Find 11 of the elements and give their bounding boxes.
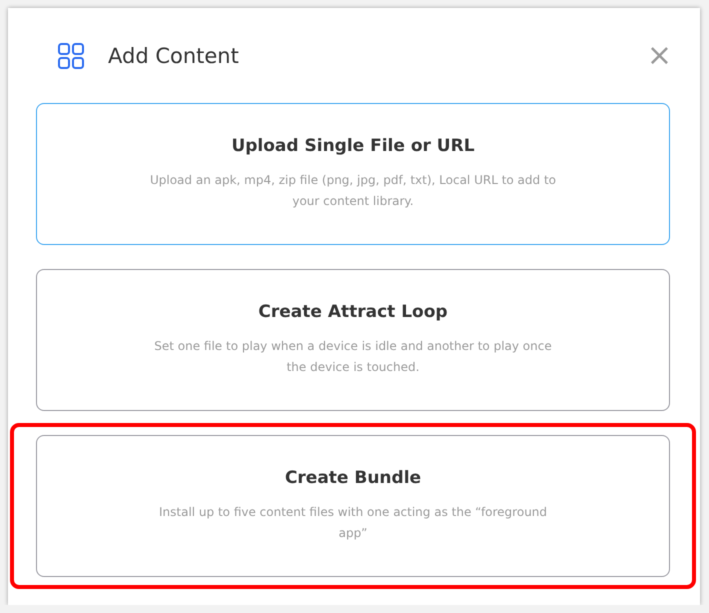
option-description: Install up to five content files with one acting as the “foreground app” [158,504,548,542]
dialog-title: Add Content [108,44,240,68]
option-card[interactable]: Create Attract Loop Set one file to play when a device is idle and another to play once the device is touched. [36,269,670,411]
option-card[interactable]: Create Bundle Install up to five content files with one acting as the “foreground app” [36,435,670,577]
option-description: Upload an apk, mp4, zip file (png, jpg, pdf, txt), Local URL to add to your content library. [148,172,557,210]
option-title: Create Bundle [284,468,422,488]
option-title: Create Attract Loop [258,302,448,322]
option-description: Set one file to play when a device is idle and another to play once the device is touched. [153,338,553,376]
option-title: Upload Single File or URL [231,136,475,156]
option-card[interactable]: Upload Single File or URL Upload an apk, mp4, zip file (png, jpg, pdf, txt), Local URL to add to your content library. [36,103,670,245]
grid-icon [58,43,84,69]
